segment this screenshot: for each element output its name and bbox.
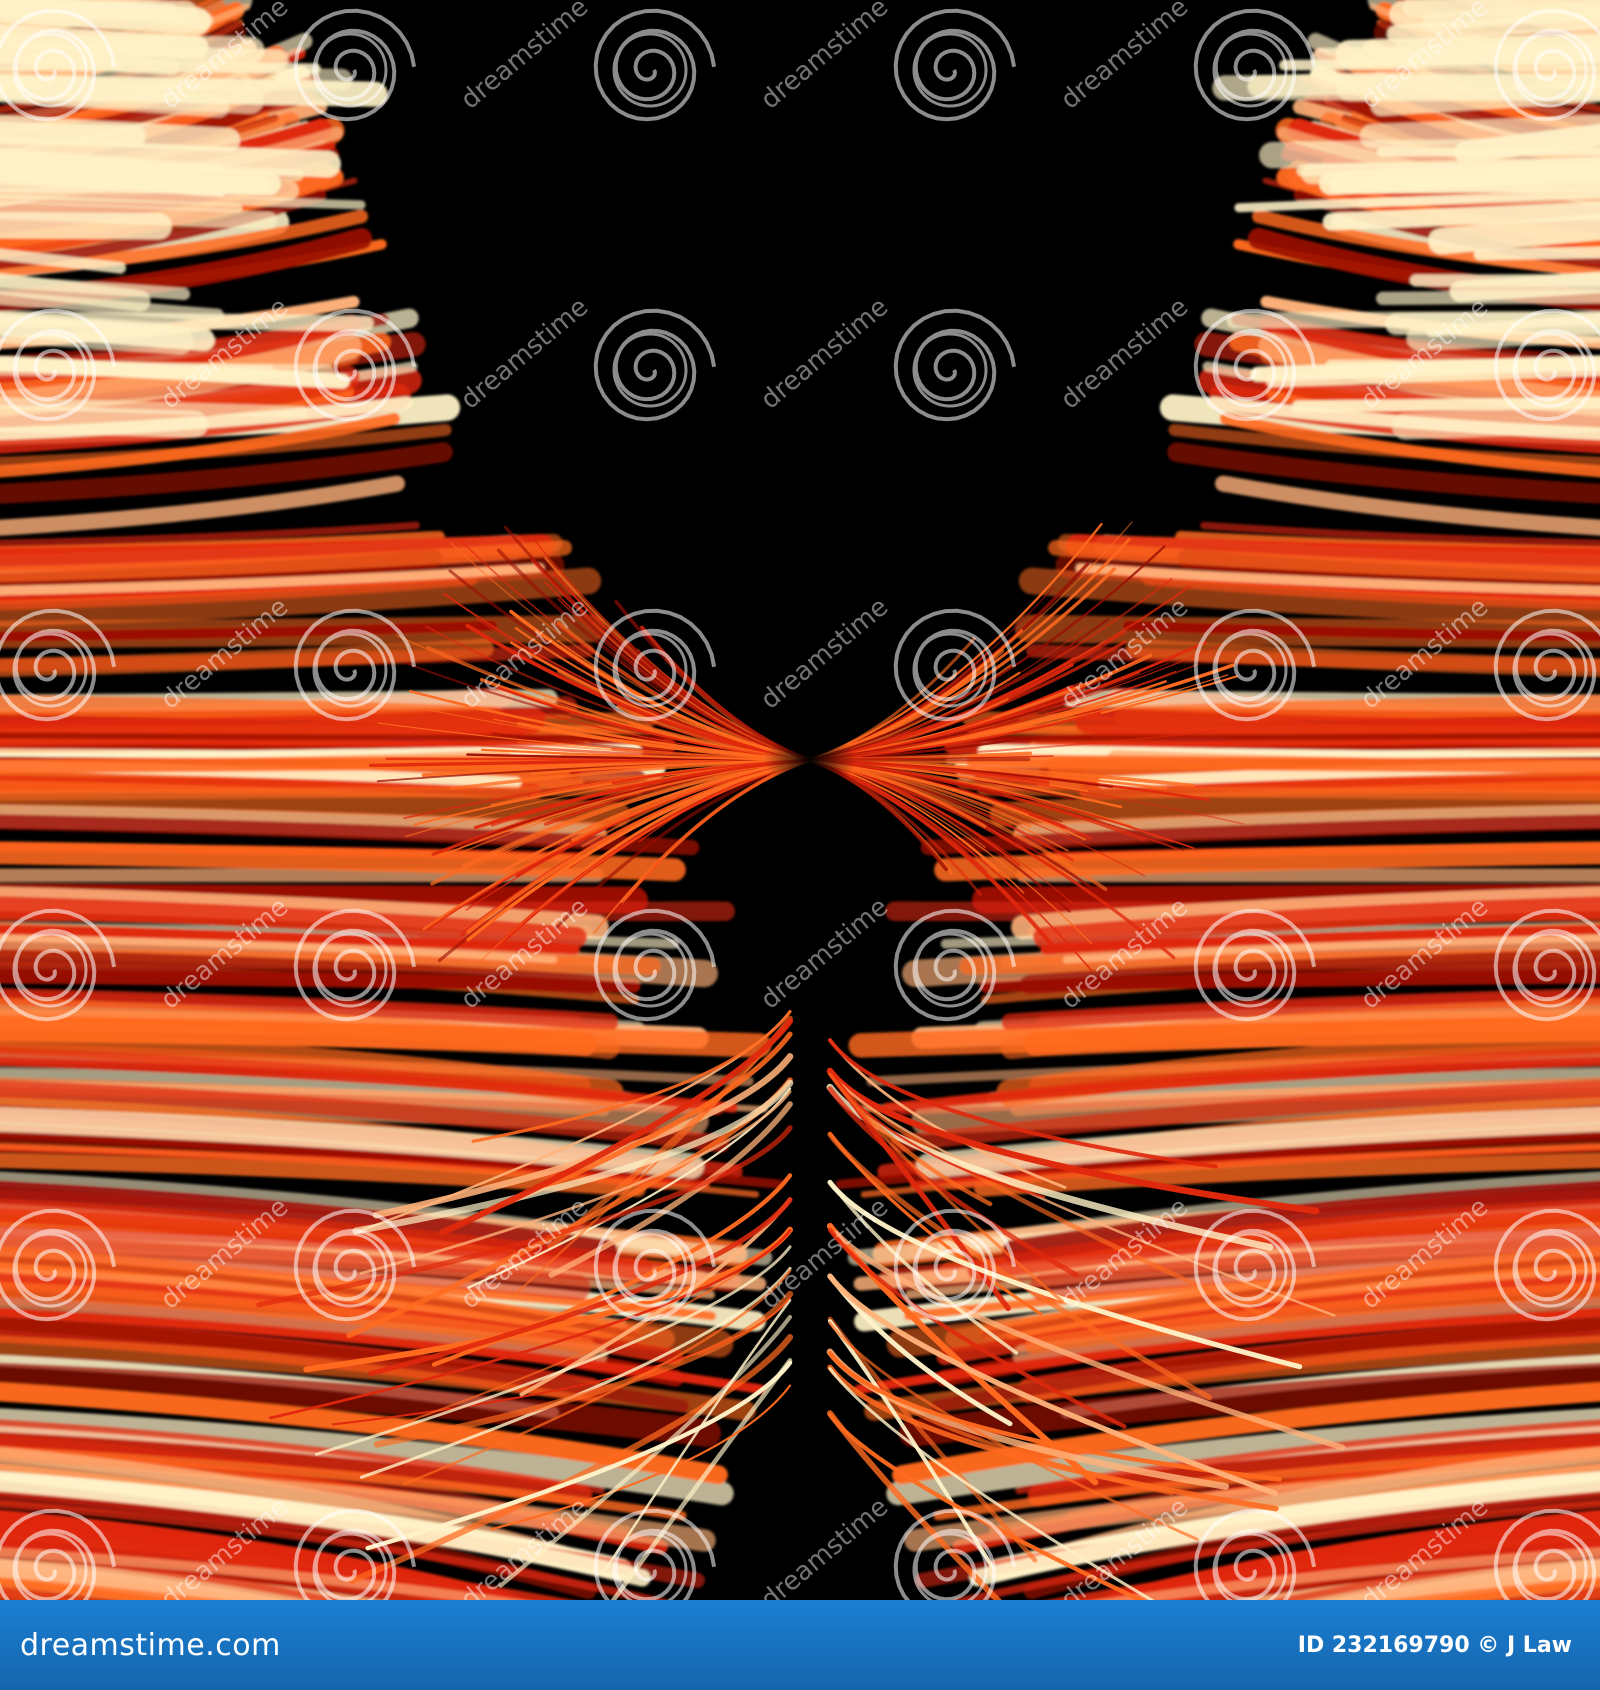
left-highlight-strand	[0, 212, 172, 240]
right-highlight-strand	[1419, 47, 1600, 65]
left-highlight-strand	[0, 404, 209, 438]
logo-text: dreamstime	[20, 1627, 206, 1663]
image-id-credit: ID 232169790 © J Law	[1297, 1632, 1572, 1658]
right-highlight-strand	[1391, 405, 1600, 440]
butterfly-body	[764, 730, 856, 790]
artwork-canvas	[0, 0, 1600, 1600]
site-logo[interactable]: dreamstime .com	[20, 1628, 281, 1663]
right-highlight-strand	[1292, 396, 1600, 413]
left-flame-strand	[0, 732, 665, 742]
left-highlight-strand	[0, 137, 341, 178]
right-highlight-strand	[1212, 74, 1600, 101]
right-highlight-strand	[1259, 136, 1600, 169]
right-highlight-strand	[1428, 213, 1600, 255]
right-flame-strand	[955, 732, 1600, 742]
right-flame-strand	[1074, 707, 1600, 747]
right-highlight-strand	[1359, 114, 1600, 149]
left-highlight-strand	[0, 0, 211, 36]
right-highlight-strand	[1389, 0, 1600, 29]
right-highlight-strand	[1449, 271, 1600, 303]
stock-image-page: dreamstime dreamstime dreamstime dreamstime…	[0, 0, 1600, 1690]
fiery-butterfly-artwork	[0, 0, 1600, 1600]
right-highlight-strand	[1357, 194, 1600, 208]
right-highlight-strand	[1473, 246, 1600, 261]
stock-footer-bar: dreamstime .com ID 232169790 © J Law	[0, 1600, 1600, 1690]
left-highlight-strand	[0, 115, 241, 153]
logo-domain: .com	[205, 1627, 281, 1663]
left-highlight-strand	[0, 33, 265, 64]
left-highlight-strand	[0, 74, 388, 107]
left-highlight-strand	[0, 361, 335, 379]
